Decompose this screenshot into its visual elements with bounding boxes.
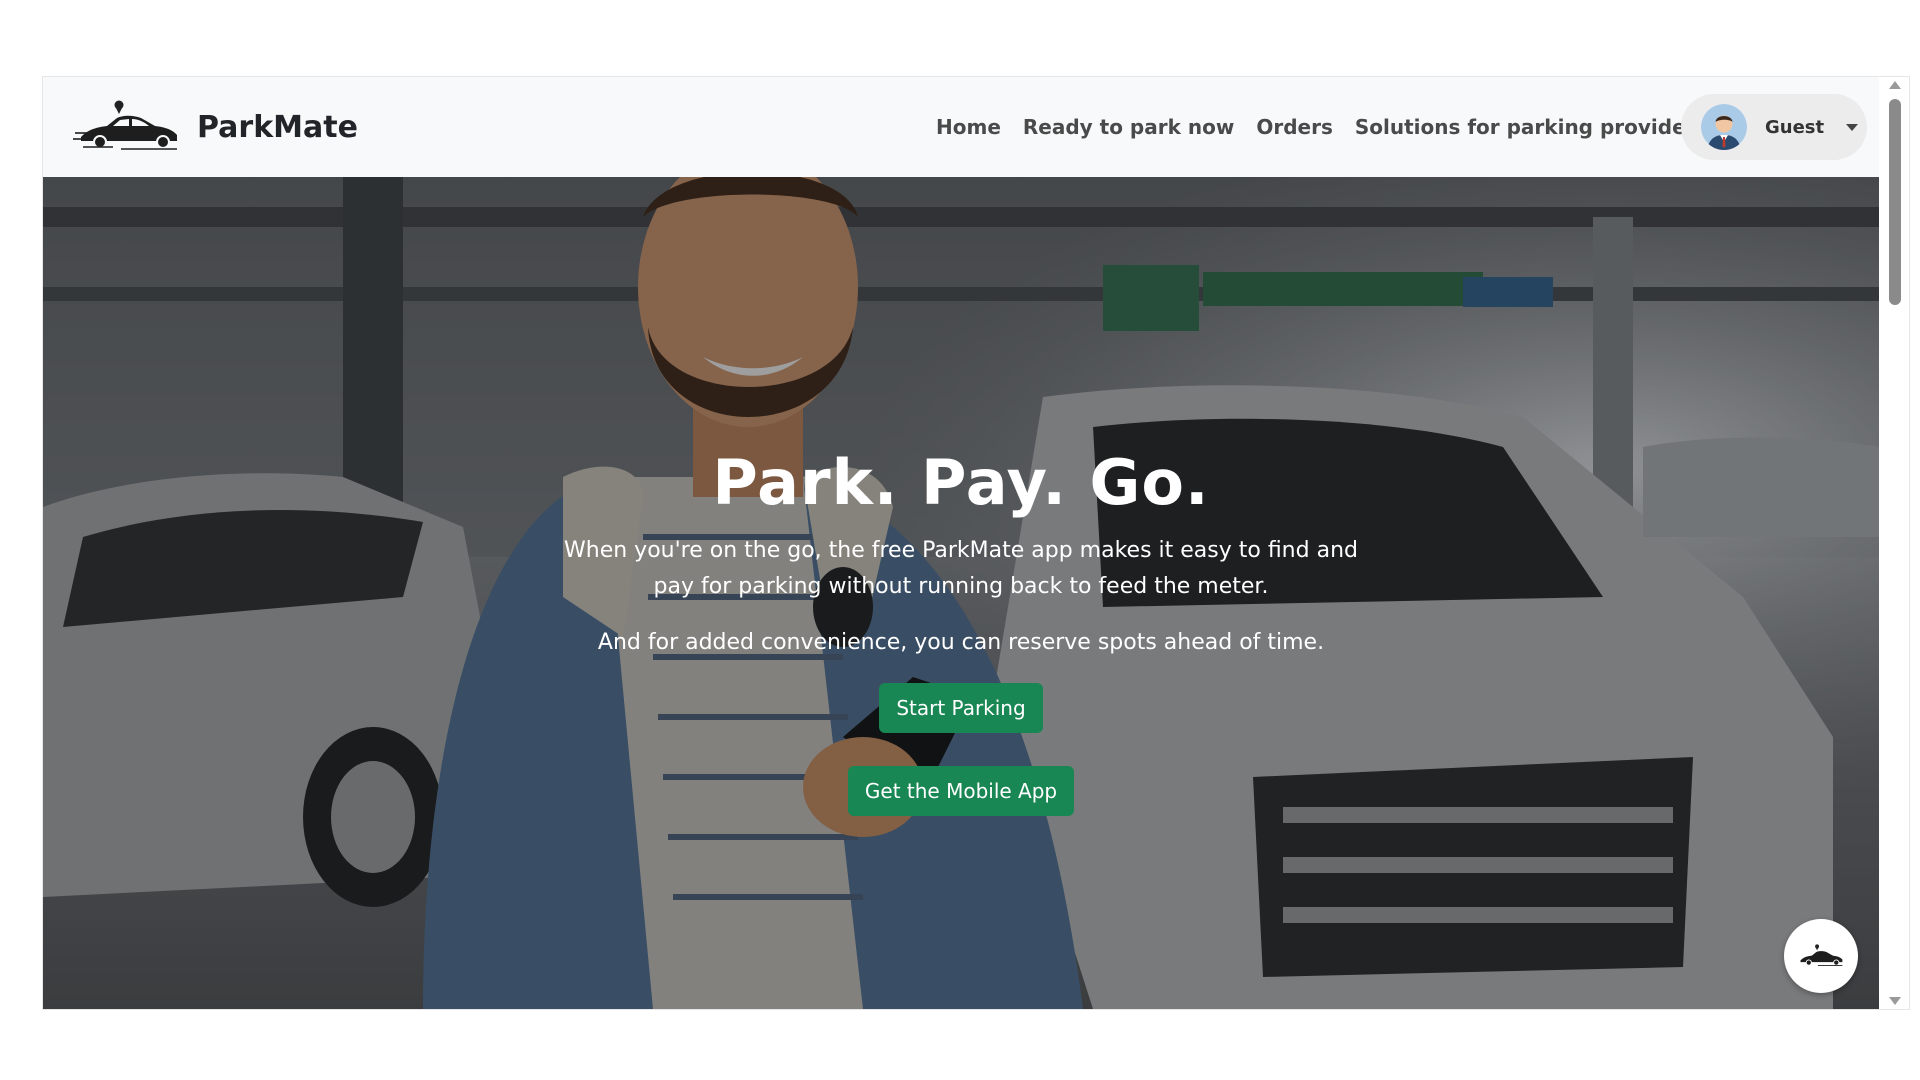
page-viewport: ParkMate Home Ready to park now Orders S… [43,77,1879,1009]
navbar: ParkMate Home Ready to park now Orders S… [43,77,1879,177]
caret-down-icon [1846,123,1859,131]
hero-description: When you're on the go, the free ParkMate… [564,538,1358,599]
car-logo-icon [1800,944,1843,967]
get-mobile-app-button[interactable]: Get the Mobile App [847,766,1075,816]
user-menu-button[interactable]: Guest [1681,94,1867,160]
main-nav: Home Ready to park now Orders Solutions … [936,107,1729,147]
nav-link-solutions[interactable]: Solutions for parking providers [1355,115,1708,139]
vertical-scrollbar[interactable] [1879,77,1909,1009]
hero-content: Park. Pay. Go. When you're on the go, th… [461,445,1461,816]
hero-description-secondary: And for added convenience, you can reser… [597,630,1325,655]
brand-link[interactable]: ParkMate [73,95,358,159]
brand-name[interactable]: ParkMate [197,110,358,145]
scrollbar-thumb[interactable] [1889,99,1901,305]
user-name: Guest [1765,116,1825,138]
nav-link-orders[interactable]: Orders [1256,115,1333,139]
browser-frame: ParkMate Home Ready to park now Orders S… [42,76,1910,1010]
floating-chat-button[interactable] [1784,919,1858,993]
start-parking-button[interactable]: Start Parking [879,683,1043,733]
user-avatar-icon [1701,104,1747,150]
hero-title: Park. Pay. Go. [712,446,1210,519]
hero-section: Park. Pay. Go. When you're on the go, th… [43,177,1879,1009]
nav-link-home[interactable]: Home [936,115,1001,139]
scroll-up-arrow-icon[interactable] [1889,81,1901,89]
secondary-button-row: Get the Mobile App [461,766,1461,816]
primary-button-row: Start Parking [461,683,1461,733]
car-with-pin-logo [73,100,177,150]
scroll-down-arrow-icon[interactable] [1889,997,1901,1005]
nav-link-ready-to-park[interactable]: Ready to park now [1023,115,1234,139]
